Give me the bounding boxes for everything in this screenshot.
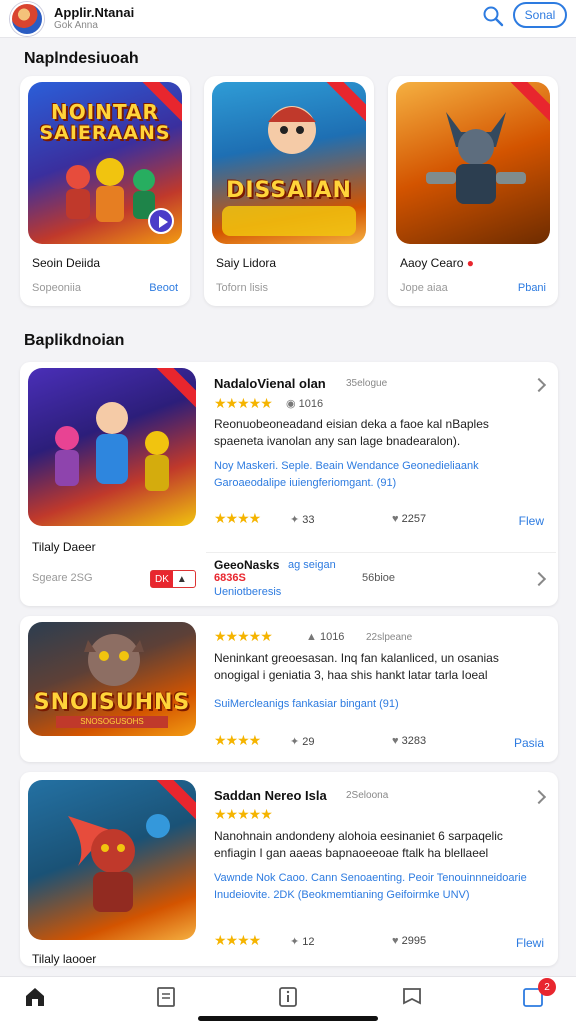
rating-count: ◉ 1016	[286, 398, 324, 410]
item-tags[interactable]: Vawnde Nok Caoo. Cann Senoaenting. Peoir…	[214, 870, 544, 904]
game-artwork	[28, 780, 196, 940]
list-item[interactable]: NadaloVienal olan 35elogue ★★★★★ ◉ 1016 …	[20, 362, 558, 606]
chevron-right-icon[interactable]	[531, 789, 547, 805]
item-description: Neninkant greoesasan. Inq fan kalanliced…	[214, 651, 499, 682]
featured-name: Aaoy Cearo ●	[400, 256, 474, 270]
rating-count: ▲ 1016	[306, 631, 345, 643]
hero-illustration	[68, 814, 170, 912]
warrior-illustration	[426, 112, 526, 204]
featured-meta: Jope aiaa	[400, 282, 448, 294]
info-icon[interactable]	[276, 985, 300, 1009]
pill-label: DK	[151, 571, 173, 587]
item-description: Nanohnain andondeny alohoia eesinaniet 6…	[214, 829, 503, 860]
search-icon[interactable]	[482, 5, 504, 27]
item-description: Reonuobeoneadand eisian deka a faoe kal …	[214, 417, 489, 448]
featured-name: Saiy Lidora	[216, 256, 277, 270]
item-category: 22slpeane	[366, 632, 413, 643]
game-artwork	[28, 368, 196, 526]
shield-stat: ♥ 2257	[392, 513, 427, 525]
featured-link[interactable]: Beoot	[149, 282, 178, 294]
featured-link[interactable]: Pbani	[518, 282, 546, 294]
sub-link[interactable]: Ueniotberesis	[214, 586, 281, 598]
item-title: NadaloVienal olan	[214, 376, 326, 391]
item-footer-name: Tilaly Daeer	[32, 540, 96, 554]
item-tags[interactable]: Noy Maskeri. Seple. Beain Wendance Geone…	[214, 458, 544, 492]
star-rating: ★★★★★	[214, 806, 273, 822]
sub-category[interactable]: ag seigan	[288, 559, 336, 571]
star-rating-small: ★★★★	[214, 510, 261, 526]
item-action-link[interactable]: Flewi	[516, 936, 544, 950]
creature-illustration	[84, 634, 144, 686]
featured-card[interactable]: Aaoy Cearo ● Jope aiaa Pbani	[388, 76, 558, 306]
featured-meta: Sopeoniia	[32, 282, 81, 294]
featured-card[interactable]: NOINTAR SAIERAANS Seoin Deiida Sopeoniia…	[20, 76, 190, 306]
pill-icon: ▲	[176, 573, 187, 585]
heart-icon: ●	[466, 256, 474, 270]
avatar[interactable]	[10, 1, 44, 36]
sub-price: 6836S	[214, 572, 246, 584]
wrench-stat: ✦ 12	[290, 936, 315, 948]
home-indicator	[198, 1016, 378, 1021]
header-action-button[interactable]: Sonal	[513, 2, 567, 28]
featured-name: Seoin Deiida	[32, 256, 101, 270]
featured-section-title: Naplndesiuoah	[24, 50, 139, 67]
artwork-title: DISSAIAN	[226, 178, 352, 203]
item-action-link[interactable]: Pasia	[514, 736, 544, 750]
notification-badge: 2	[538, 978, 556, 996]
star-rating-small: ★★★★	[214, 732, 261, 748]
shield-stat: ♥ 2995	[392, 935, 427, 947]
item-footer-meta: Sgeare 2SG	[32, 572, 93, 584]
chevron-right-icon[interactable]	[531, 571, 547, 587]
wrench-stat: ✦ 29	[290, 736, 315, 748]
item-title: Saddan Nereo Isla	[214, 788, 327, 803]
star-rating: ★★★★★	[214, 395, 273, 411]
game-artwork: NOINTAR SAIERAANS	[28, 82, 182, 244]
artwork-subtitle: SAIERAANS	[39, 122, 171, 144]
featured-card[interactable]: DISSAIAN Saiy Lidora Toforn lisis	[204, 76, 374, 306]
document-icon[interactable]	[154, 985, 178, 1009]
sub-title: GeeoNasks	[214, 558, 280, 572]
wrench-stat: ✦ 33	[290, 514, 315, 526]
shield-stat: ♥ 3283	[392, 735, 427, 747]
featured-meta: Toforn lisis	[216, 282, 268, 294]
play-icon[interactable]	[148, 208, 174, 234]
item-category: 35elogue	[346, 378, 388, 389]
app-titles: Applir.Ntanai Gok Anna	[54, 6, 134, 31]
list-section-title: Baplikdnoian	[24, 332, 125, 349]
chevron-right-icon[interactable]	[531, 377, 547, 393]
item-action-link[interactable]: Flew	[519, 514, 544, 528]
item-pill-badge[interactable]: DK ▲	[150, 570, 196, 588]
game-artwork: DISSAIAN	[212, 82, 366, 244]
app-subtitle: Gok Anna	[54, 20, 98, 31]
artwork-title: NOINTAR	[51, 100, 159, 124]
star-rating: ★★★★★	[214, 628, 273, 644]
item-footer-name: Tilaly laooer	[32, 952, 97, 966]
heroes-illustration	[55, 402, 169, 491]
item-tags[interactable]: SuiMercleanigs fankasiar bingant (91)	[214, 696, 544, 713]
list-item[interactable]: SNOISUHNS SNOSOGUSOHS ★★★★★ ▲ 1016 22slp…	[20, 616, 558, 762]
artwork-title: SNOISUHNS	[33, 690, 191, 715]
item-category: 2Seloona	[346, 790, 389, 801]
star-rating-small: ★★★★	[214, 932, 261, 948]
app-title: Applir.Ntanai	[54, 5, 135, 20]
sub-number: 56bioe	[362, 572, 396, 584]
game-artwork: SNOISUHNS SNOSOGUSOHS	[28, 622, 196, 736]
hero-illustration	[268, 106, 316, 154]
list-item[interactable]: Saddan Nereo Isla 2Seloona ★★★★★ Nanohna…	[20, 772, 558, 966]
game-artwork	[396, 82, 550, 244]
app-header: Applir.Ntanai Gok Anna Sonal	[0, 0, 576, 38]
bookmark-icon[interactable]	[400, 985, 424, 1009]
artwork-banner: SNOSOGUSOHS	[56, 716, 168, 728]
home-icon[interactable]	[23, 985, 47, 1009]
